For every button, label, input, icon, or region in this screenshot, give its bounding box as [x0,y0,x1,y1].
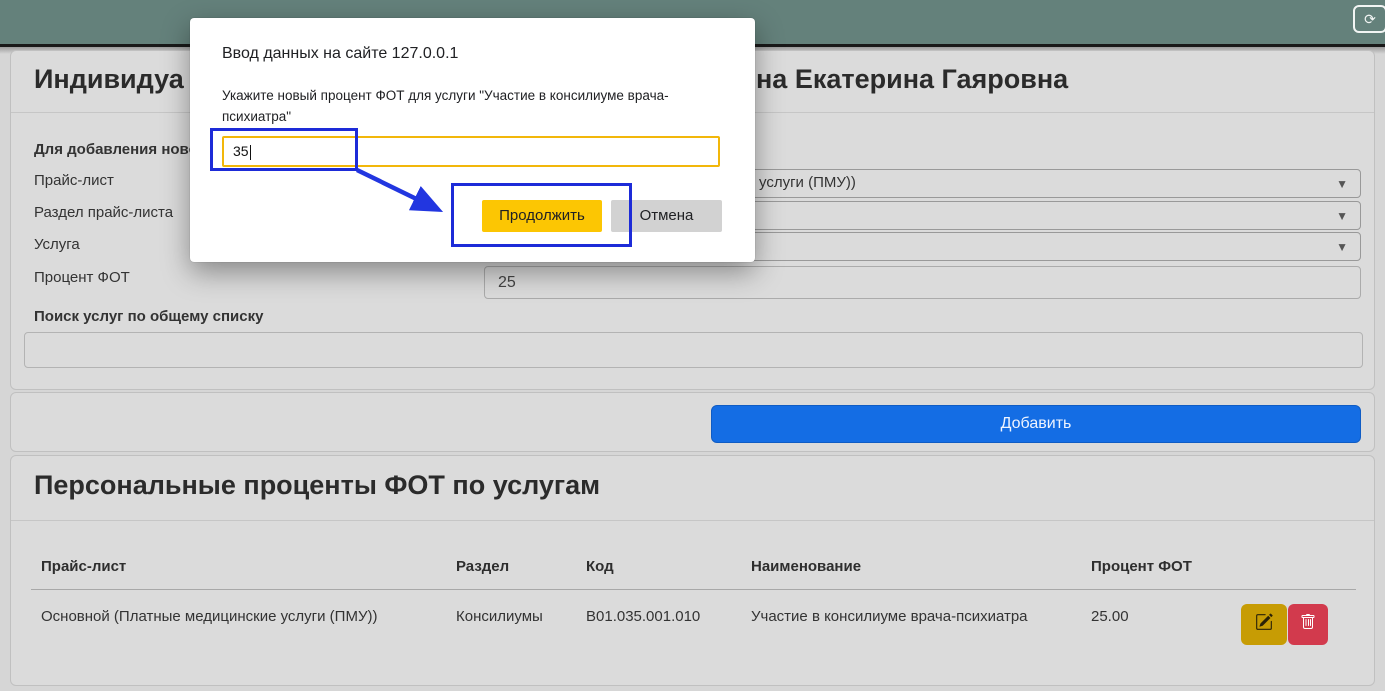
chevron-down-icon: ▼ [1336,177,1348,191]
fot-percent-input[interactable]: 25 [484,266,1361,299]
page-title: Индивидуа [34,64,184,95]
dialog-message: Укажите новый процент ФОТ для услуги "Уч… [222,86,734,128]
page-title-right: на Екатерина Гаяровна [756,64,1068,95]
table-header-divider [31,589,1356,590]
dialog-title: Ввод данных на сайте 127.0.0.1 [222,45,458,63]
chevron-down-icon: ▼ [1336,240,1348,254]
cell-section: Консилиумы [456,608,543,625]
label-fot-percent: Процент ФОТ [34,269,130,286]
cell-price-list: Основной (Платные медицинские услуги (ПМ… [41,608,377,625]
edit-button[interactable] [1241,604,1287,645]
label-price-list: Прайс-лист [34,172,114,189]
col-header-percent: Процент ФОТ [1091,558,1192,575]
col-header-code: Код [586,558,614,575]
trash-icon [1300,614,1316,635]
add-button[interactable]: Добавить [711,405,1361,443]
edit-icon [1255,613,1273,636]
cell-code: B01.035.001.010 [586,608,700,625]
section-title: Персональные проценты ФОТ по услугам [34,470,600,501]
col-header-section: Раздел [456,558,509,575]
form-intro-label: Для добавления ново [34,141,198,158]
annotation-box-input [210,128,358,171]
select-price-list-value: услуги (ПМУ)) [759,174,856,191]
label-price-list-section: Раздел прайс-листа [34,204,173,221]
table-card: Персональные проценты ФОТ по услугам Пра… [10,455,1375,686]
cell-percent: 25.00 [1091,608,1129,625]
form-footer: Добавить [10,392,1375,452]
label-service: Услуга [34,236,80,253]
section-divider [11,520,1374,521]
browser-window-icon[interactable]: ⟳ [1353,5,1385,33]
service-search-input[interactable] [24,332,1363,368]
screen: ⟳ Индивидуа на Екатерина Гаяровна Для до… [0,0,1385,691]
col-header-price-list: Прайс-лист [41,558,126,575]
cell-name: Участие в консилиуме врача-психиатра [751,608,1028,625]
annotation-arrow [345,160,460,225]
delete-button[interactable] [1288,604,1328,645]
col-header-name: Наименование [751,558,861,575]
search-label: Поиск услуг по общему списку [34,308,263,325]
chevron-down-icon: ▼ [1336,209,1348,223]
annotation-box-continue [451,183,632,247]
